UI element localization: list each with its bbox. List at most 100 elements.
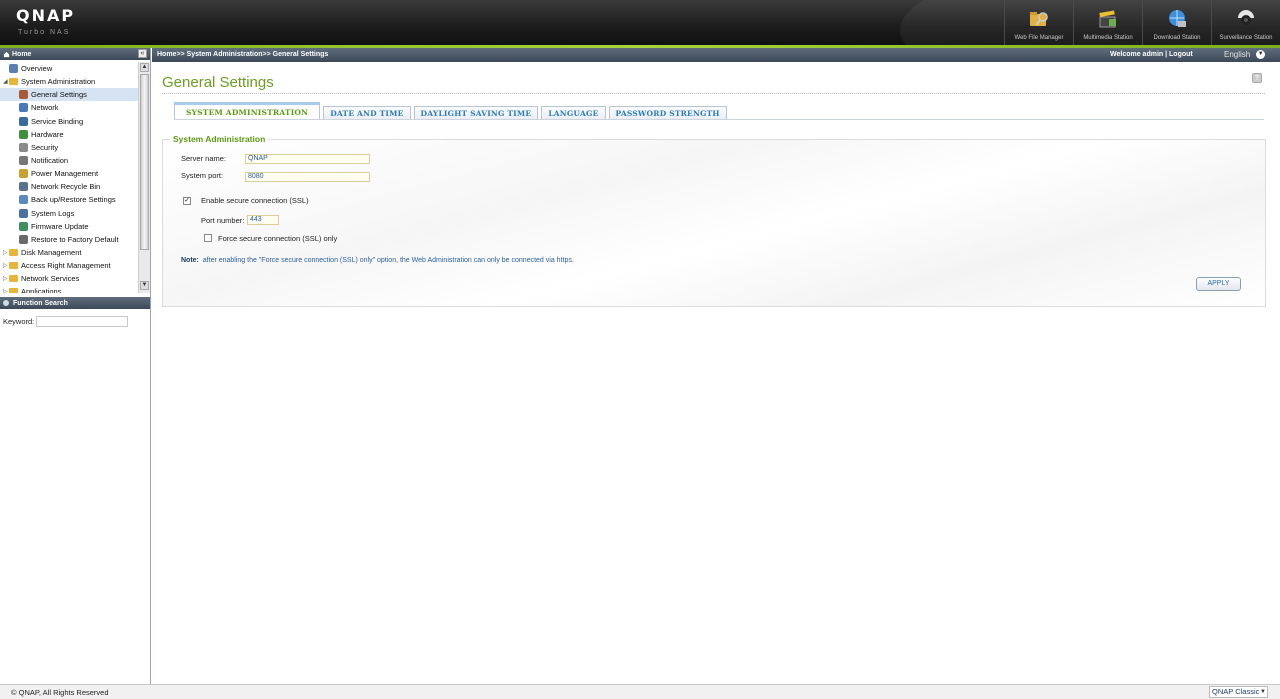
sidebar-item-access-right-management[interactable]: ▷ Access Right Management — [0, 259, 138, 272]
sidebar-item-label: Notification — [31, 156, 69, 166]
system-port-label: System port: — [181, 171, 224, 180]
enable-ssl-checkbox[interactable]: ✓ — [183, 197, 191, 205]
footer: © QNAP, All Rights Reserved QNAP Classic… — [0, 684, 1280, 699]
notification-icon — [19, 156, 28, 166]
tabs-divider — [174, 119, 1264, 120]
title-divider — [162, 93, 1265, 94]
system-port-input[interactable]: 8080 — [245, 172, 370, 182]
top-header: QNAP Turbo NAS Web File Manager Multimed… — [0, 0, 1280, 45]
app-label: Download Station — [1153, 35, 1201, 41]
collapsed-arrow-icon[interactable]: ▷ — [3, 275, 8, 282]
note-label: Note: — [181, 257, 199, 264]
sidebar-item-notification[interactable]: Notification — [0, 154, 138, 167]
app-web-file-manager[interactable]: Web File Manager — [1004, 0, 1073, 45]
checkmark-icon: ✓ — [184, 197, 190, 204]
tab-password-strength[interactable]: PASSWORD STRENGTH — [608, 106, 727, 120]
force-ssl-label: Force secure connection (SSL) only — [218, 234, 338, 243]
sidebar-item-service-binding[interactable]: Service Binding — [0, 115, 138, 128]
language-label: English — [1224, 50, 1251, 59]
enable-ssl-label: Enable secure connection (SSL) — [201, 196, 309, 205]
hardware-icon — [19, 129, 28, 139]
server-name-input[interactable]: QNAP — [245, 154, 370, 164]
language-selector[interactable]: English ▼ — [1224, 50, 1266, 59]
sidebar-header: Home — [0, 48, 150, 60]
collapse-sidebar-button[interactable]: « — [138, 49, 147, 58]
sidebar-item-power-management[interactable]: Power Management — [0, 167, 138, 180]
keyword-input[interactable] — [36, 316, 129, 327]
sidebar-item-network[interactable]: Network — [0, 101, 138, 114]
sidebar-item-label: System Logs — [31, 208, 75, 218]
sidebar-item-network-recycle-bin[interactable]: Network Recycle Bin — [0, 180, 138, 193]
tab-daylight-saving-time[interactable]: DAYLIGHT SAVING TIME — [413, 106, 539, 120]
collapsed-arrow-icon[interactable]: ▷ — [3, 288, 8, 293]
function-search-title: Function Search — [13, 299, 68, 307]
logo-subtitle: Turbo NAS — [18, 29, 71, 36]
tab-language[interactable]: LANGUAGE — [541, 106, 606, 120]
folder-search-icon — [1030, 12, 1048, 26]
settings-icon — [19, 90, 28, 100]
service-binding-icon — [19, 116, 28, 126]
theme-label: QNAP Classic — [1212, 687, 1260, 696]
copyright: © QNAP, All Rights Reserved — [11, 688, 109, 697]
sidebar-item-back-up-restore-settings[interactable]: Back up/Restore Settings — [0, 193, 138, 206]
film-clapper-icon — [1099, 10, 1116, 28]
sidebar-item-general-settings[interactable]: General Settings — [0, 88, 138, 102]
network-icon — [19, 103, 28, 113]
sidebar-item-overview[interactable]: Overview — [0, 62, 138, 75]
sidebar-item-restore-to-factory-default[interactable]: Restore to Factory Default — [0, 233, 138, 246]
welcome-logout[interactable]: Welcome admin | Logout — [1110, 51, 1193, 58]
sidebar: Home « Overview ◢ System Administration Gen… — [0, 48, 151, 684]
force-ssl-checkbox[interactable] — [204, 234, 212, 242]
collapsed-arrow-icon[interactable]: ▷ — [3, 249, 8, 256]
sidebar-item-hardware[interactable]: Hardware — [0, 128, 138, 141]
sidebar-scrollbar[interactable]: ▲ ▼ — [138, 62, 150, 293]
app-download-station[interactable]: Download Station — [1142, 0, 1211, 45]
function-search-header: Function Search — [0, 297, 150, 309]
help-icon[interactable]: ? — [1252, 73, 1262, 83]
sidebar-item-network-services[interactable]: ▷ Network Services — [0, 272, 138, 285]
tab-bar: SYSTEM ADMINISTRATION DATE AND TIME DAYL… — [174, 101, 730, 120]
qnap-logo: QNAP — [16, 6, 76, 25]
server-name-label: Server name: — [181, 154, 227, 163]
sidebar-item-system-logs[interactable]: System Logs — [0, 207, 138, 220]
port-number-label: Port number: — [201, 216, 245, 225]
scroll-down-button[interactable]: ▼ — [140, 281, 149, 290]
camera-icon — [1238, 10, 1254, 25]
factory-reset-icon — [19, 234, 28, 244]
sidebar-item-applications[interactable]: ▷ Applications — [0, 285, 138, 293]
sidebar-item-label: Service Binding — [31, 116, 84, 126]
chevron-down-icon[interactable]: ▼ — [1256, 50, 1266, 59]
sidebar-item-firmware-update[interactable]: Firmware Update — [0, 220, 138, 233]
folder-icon — [9, 288, 18, 293]
sidebar-item-security[interactable]: Security — [0, 141, 138, 154]
expanded-arrow-icon[interactable]: ◢ — [3, 78, 8, 85]
keyword-label: Keyword: — [3, 317, 35, 326]
power-icon — [19, 169, 28, 179]
sidebar-item-label: Restore to Factory Default — [31, 234, 119, 244]
app-surveillance-station[interactable]: Surveillance Station — [1211, 0, 1280, 45]
apply-button[interactable]: APPLY — [1196, 277, 1241, 291]
backup-icon — [19, 195, 28, 205]
search-icon — [3, 300, 9, 306]
sidebar-item-label: Hardware — [31, 129, 64, 139]
sidebar-item-label: Network Services — [21, 274, 80, 284]
main-content: General Settings ? SYSTEM ADMINISTRATION… — [152, 62, 1280, 684]
sidebar-item-label: Access Right Management — [21, 261, 111, 271]
app-multimedia-station[interactable]: Multimedia Station — [1073, 0, 1142, 45]
sidebar-item-system-administration[interactable]: ◢ System Administration — [0, 75, 138, 88]
theme-select[interactable]: QNAP Classic ▼ — [1209, 686, 1268, 698]
port-number-input[interactable]: 443 — [247, 215, 279, 225]
home-icon — [3, 51, 10, 57]
scroll-up-button[interactable]: ▲ — [140, 63, 149, 72]
folder-icon — [9, 249, 18, 257]
tab-system-administration[interactable]: SYSTEM ADMINISTRATION — [174, 102, 321, 120]
sidebar-item-label: Overview — [21, 64, 53, 74]
security-icon — [19, 142, 28, 152]
collapsed-arrow-icon[interactable]: ▷ — [3, 262, 8, 269]
chevron-down-icon: ▼ — [1260, 689, 1266, 695]
sidebar-item-disk-management[interactable]: ▷ Disk Management — [0, 246, 138, 259]
tab-date-and-time[interactable]: DATE AND TIME — [323, 106, 411, 120]
sidebar-item-label: Security — [31, 142, 59, 152]
sidebar-title: Home — [12, 50, 32, 58]
scrollbar-thumb[interactable] — [140, 74, 149, 250]
